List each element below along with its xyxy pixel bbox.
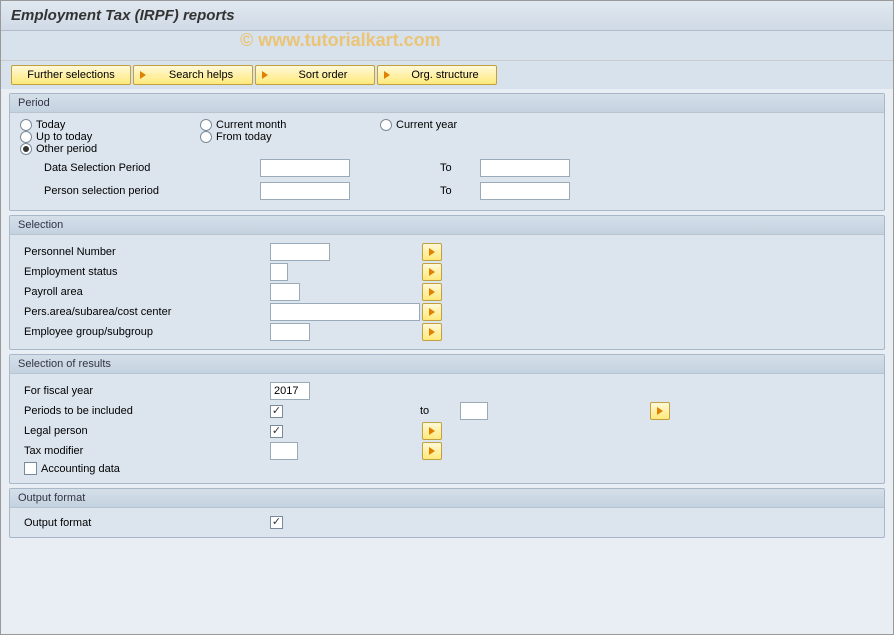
- periods-checkbox[interactable]: [270, 405, 283, 418]
- employee-group-input[interactable]: [270, 323, 310, 341]
- personnel-number-label: Personnel Number: [20, 246, 270, 258]
- selection-header: Selection: [10, 216, 884, 235]
- page-title: Employment Tax (IRPF) reports: [11, 7, 883, 24]
- legal-person-multi-button[interactable]: [422, 422, 442, 440]
- toolbar: Further selections Search helps Sort ord…: [1, 61, 893, 89]
- search-helps-button[interactable]: Search helps: [133, 65, 253, 85]
- results-header: Selection of results: [10, 355, 884, 374]
- radio-up-to-today[interactable]: [20, 131, 32, 143]
- tax-modifier-input[interactable]: [270, 442, 298, 460]
- sort-order-button[interactable]: Sort order: [255, 65, 375, 85]
- arrow-right-icon: [429, 268, 435, 276]
- output-group: Output format Output format: [9, 488, 885, 538]
- radio-up-to-today-label: Up to today: [36, 131, 92, 143]
- output-header: Output format: [10, 489, 884, 508]
- payroll-area-label: Payroll area: [20, 286, 270, 298]
- radio-from-today[interactable]: [200, 131, 212, 143]
- legal-person-checkbox[interactable]: [270, 425, 283, 438]
- period-header: Period: [10, 94, 884, 113]
- tax-modifier-multi-button[interactable]: [422, 442, 442, 460]
- employment-status-input[interactable]: [270, 263, 288, 281]
- output-format-label: Output format: [20, 517, 270, 529]
- periods-to-input[interactable]: [460, 402, 488, 420]
- radio-current-year[interactable]: [380, 119, 392, 131]
- arrow-right-icon: [429, 427, 435, 435]
- fiscal-year-label: For fiscal year: [20, 385, 270, 397]
- personnel-number-input[interactable]: [270, 243, 330, 261]
- personnel-number-multi-button[interactable]: [422, 243, 442, 261]
- org-structure-label: Org. structure: [400, 69, 490, 81]
- further-selections-label: Further selections: [27, 69, 114, 81]
- periods-to-label: to: [420, 405, 460, 417]
- employment-status-label: Employment status: [20, 266, 270, 278]
- results-group: Selection of results For fiscal year Per…: [9, 354, 885, 484]
- pers-area-label: Pers.area/subarea/cost center: [20, 306, 270, 318]
- person-selection-to-input[interactable]: [480, 182, 570, 200]
- arrow-right-icon: [382, 69, 394, 81]
- to-label-2: To: [400, 185, 480, 197]
- to-label-1: To: [400, 162, 480, 174]
- radio-current-month[interactable]: [200, 119, 212, 131]
- arrow-right-icon: [138, 69, 150, 81]
- arrow-right-icon: [429, 328, 435, 336]
- fiscal-year-input[interactable]: [270, 382, 310, 400]
- payroll-area-input[interactable]: [270, 283, 300, 301]
- employment-status-multi-button[interactable]: [422, 263, 442, 281]
- data-selection-to-input[interactable]: [480, 159, 570, 177]
- radio-today-label: Today: [36, 119, 65, 131]
- person-selection-label: Person selection period: [20, 185, 260, 197]
- tax-modifier-label: Tax modifier: [20, 445, 270, 457]
- radio-today[interactable]: [20, 119, 32, 131]
- radio-from-today-label: From today: [216, 131, 272, 143]
- person-selection-from-input[interactable]: [260, 182, 350, 200]
- accounting-data-label: Accounting data: [41, 463, 120, 475]
- arrow-right-icon: [429, 447, 435, 455]
- data-selection-from-input[interactable]: [260, 159, 350, 177]
- periods-label: Periods to be included: [20, 405, 270, 417]
- radio-current-year-label: Current year: [396, 119, 457, 131]
- org-structure-button[interactable]: Org. structure: [377, 65, 497, 85]
- legal-person-label: Legal person: [20, 425, 270, 437]
- arrow-right-icon: [429, 248, 435, 256]
- data-selection-label: Data Selection Period: [20, 162, 260, 174]
- payroll-area-multi-button[interactable]: [422, 283, 442, 301]
- title-bar: Employment Tax (IRPF) reports: [1, 1, 893, 31]
- arrow-right-icon: [657, 407, 663, 415]
- radio-other-period[interactable]: [20, 143, 32, 155]
- sort-order-label: Sort order: [278, 69, 368, 81]
- output-format-checkbox[interactable]: [270, 516, 283, 529]
- radio-current-month-label: Current month: [216, 119, 286, 131]
- selection-group: Selection Personnel Number Employment st…: [9, 215, 885, 350]
- periods-multi-button[interactable]: [650, 402, 670, 420]
- employee-group-label: Employee group/subgroup: [20, 326, 270, 338]
- pers-area-input[interactable]: [270, 303, 420, 321]
- arrow-right-icon: [260, 69, 272, 81]
- arrow-right-icon: [429, 288, 435, 296]
- further-selections-button[interactable]: Further selections: [11, 65, 131, 85]
- spacer: [1, 31, 893, 61]
- radio-other-period-label: Other period: [36, 143, 97, 155]
- accounting-data-checkbox[interactable]: [24, 462, 37, 475]
- period-group: Period Today Current month Current year …: [9, 93, 885, 211]
- arrow-right-icon: [429, 308, 435, 316]
- employee-group-multi-button[interactable]: [422, 323, 442, 341]
- search-helps-label: Search helps: [156, 69, 246, 81]
- pers-area-multi-button[interactable]: [422, 303, 442, 321]
